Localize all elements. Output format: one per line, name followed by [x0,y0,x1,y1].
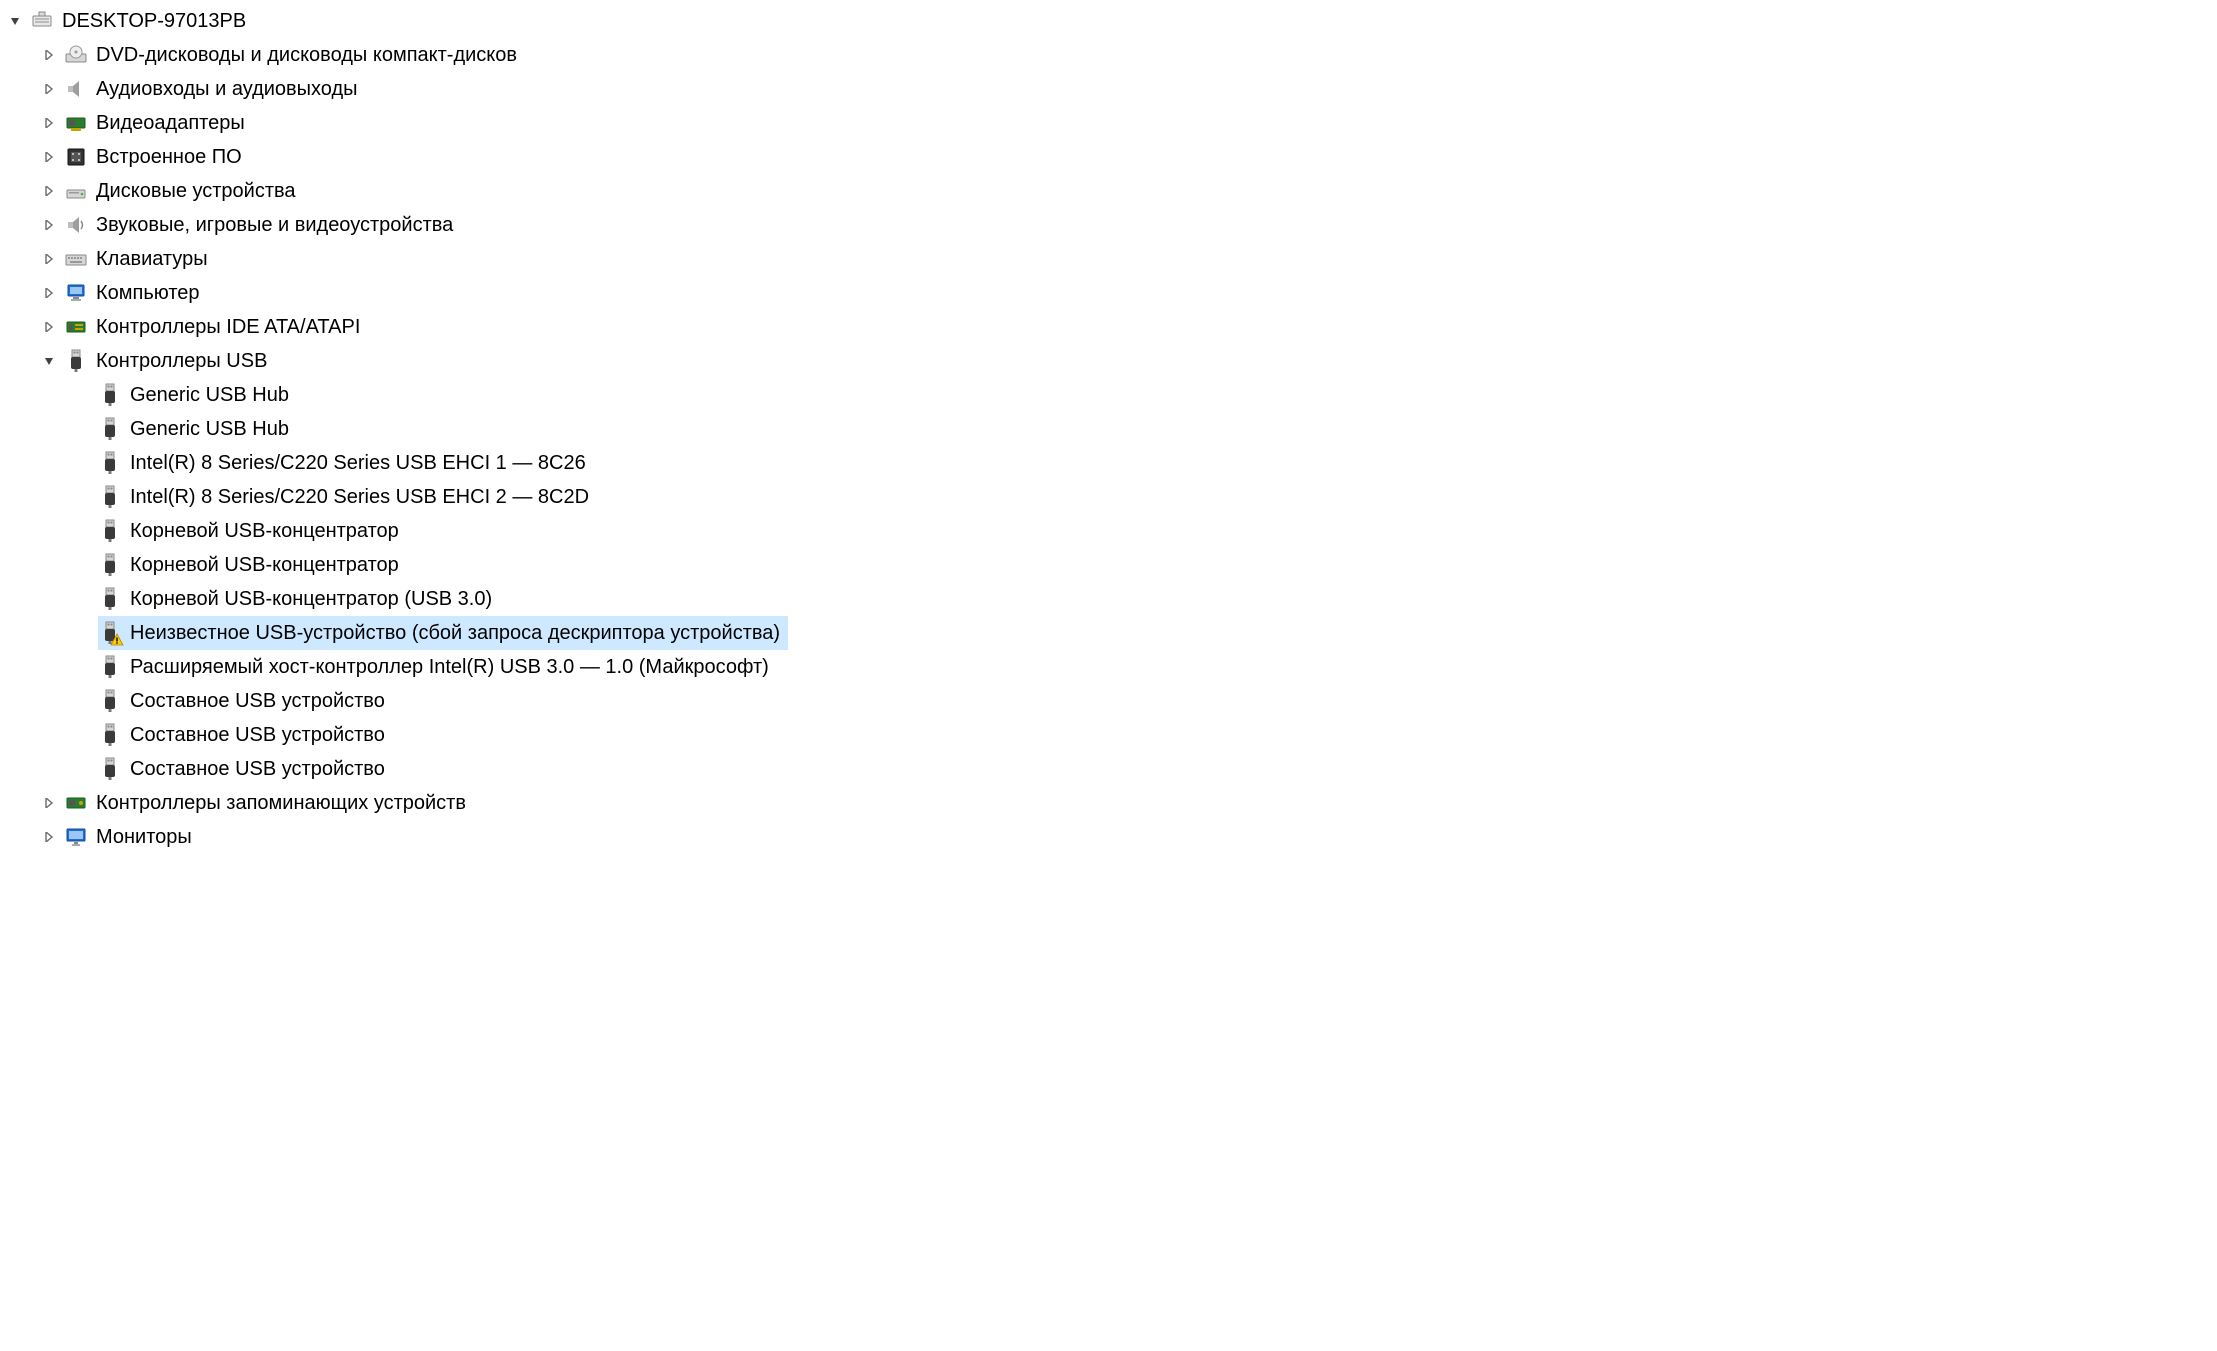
tree-device[interactable]: Расширяемый хост-контроллер Intel(R) USB… [0,650,2217,684]
tree-device[interactable]: Корневой USB-концентратор [0,514,2217,548]
tree-device[interactable]: Составное USB устройство [0,684,2217,718]
tree-category[interactable]: Контроллеры IDE ATA/ATAPI [0,310,2217,344]
device-label: Расширяемый хост-контроллер Intel(R) USB… [130,657,769,677]
usb-device-icon [98,757,122,781]
computer-icon [64,281,88,305]
tree-category[interactable]: Контроллеры USB [0,344,2217,378]
tree-category[interactable]: Дисковые устройства [0,174,2217,208]
chevron-right-icon[interactable] [40,114,58,132]
root-label: DESKTOP-97013PB [62,11,246,31]
dvd-drive-icon [64,43,88,67]
usb-device-icon [98,553,122,577]
tree-device[interactable]: Intel(R) 8 Series/C220 Series USB EHCI 1… [0,446,2217,480]
category-label: Контроллеры USB [96,351,267,371]
usb-device-icon [98,485,122,509]
tree-category[interactable]: Встроенное ПО [0,140,2217,174]
tree-device[interactable]: Generic USB Hub [0,412,2217,446]
monitor-icon [64,825,88,849]
tree-category[interactable]: Контроллеры запоминающих устройств [0,786,2217,820]
category-label: Мониторы [96,827,192,847]
usb-device-icon [98,621,122,645]
keyboard-icon [64,247,88,271]
category-label: Контроллеры IDE ATA/ATAPI [96,317,360,337]
category-label: Компьютер [96,283,200,303]
tree-device[interactable]: Неизвестное USB-устройство (сбой запроса… [0,616,2217,650]
category-label: Видеоадаптеры [96,113,245,133]
tree-device[interactable]: Корневой USB-концентратор [0,548,2217,582]
chevron-right-icon[interactable] [40,794,58,812]
usb-device-icon [98,519,122,543]
warning-overlay-icon [110,633,124,647]
storage-controller-icon [64,791,88,815]
chevron-right-icon[interactable] [40,46,58,64]
chevron-right-icon[interactable] [40,80,58,98]
tree-device[interactable]: Generic USB Hub [0,378,2217,412]
category-label: Клавиатуры [96,249,208,269]
usb-device-icon [98,689,122,713]
disk-drive-icon [64,179,88,203]
display-adapter-icon [64,111,88,135]
usb-device-icon [98,587,122,611]
category-label: DVD-дисководы и дисководы компакт-дисков [96,45,517,65]
tree-device[interactable]: Составное USB устройство [0,718,2217,752]
device-label: Составное USB устройство [130,691,385,711]
tree-category[interactable]: Компьютер [0,276,2217,310]
firmware-icon [64,145,88,169]
device-label: Неизвестное USB-устройство (сбой запроса… [130,623,780,643]
tree-device[interactable]: Составное USB устройство [0,752,2217,786]
device-label: Generic USB Hub [130,419,289,439]
tree-device[interactable]: Intel(R) 8 Series/C220 Series USB EHCI 2… [0,480,2217,514]
tree-category[interactable]: Мониторы [0,820,2217,854]
device-label: Intel(R) 8 Series/C220 Series USB EHCI 1… [130,453,586,473]
category-label: Контроллеры запоминающих устройств [96,793,466,813]
tree-category[interactable]: Звуковые, игровые и видеоустройства [0,208,2217,242]
usb-device-icon [98,655,122,679]
computer-root-icon [30,9,54,33]
device-manager-tree[interactable]: DESKTOP-97013PB DVD-дисководы и дисководы… [0,4,2217,854]
chevron-right-icon[interactable] [40,250,58,268]
audio-io-icon [64,77,88,101]
usb-controller-icon [64,349,88,373]
device-label: Intel(R) 8 Series/C220 Series USB EHCI 2… [130,487,589,507]
device-label: Составное USB устройство [130,725,385,745]
usb-device-icon [98,383,122,407]
tree-category[interactable]: Аудиовходы и аудиовыходы [0,72,2217,106]
chevron-right-icon[interactable] [40,216,58,234]
device-label: Составное USB устройство [130,759,385,779]
tree-category[interactable]: Клавиатуры [0,242,2217,276]
ide-controller-icon [64,315,88,339]
chevron-down-icon[interactable] [40,352,58,370]
chevron-right-icon[interactable] [40,148,58,166]
tree-category[interactable]: DVD-дисководы и дисководы компакт-дисков [0,38,2217,72]
category-label: Встроенное ПО [96,147,242,167]
category-label: Аудиовходы и аудиовыходы [96,79,358,99]
device-label: Корневой USB-концентратор (USB 3.0) [130,589,492,609]
sound-controller-icon [64,213,88,237]
category-label: Дисковые устройства [96,181,296,201]
chevron-right-icon[interactable] [40,318,58,336]
usb-device-icon [98,417,122,441]
category-label: Звуковые, игровые и видеоустройства [96,215,453,235]
device-label: Generic USB Hub [130,385,289,405]
tree-category[interactable]: Видеоадаптеры [0,106,2217,140]
device-label: Корневой USB-концентратор [130,521,399,541]
device-label: Корневой USB-концентратор [130,555,399,575]
chevron-right-icon[interactable] [40,284,58,302]
usb-device-icon [98,723,122,747]
usb-device-icon [98,451,122,475]
tree-device[interactable]: Корневой USB-концентратор (USB 3.0) [0,582,2217,616]
tree-root[interactable]: DESKTOP-97013PB [0,4,2217,38]
chevron-down-icon[interactable] [6,12,24,30]
chevron-right-icon[interactable] [40,828,58,846]
chevron-right-icon[interactable] [40,182,58,200]
